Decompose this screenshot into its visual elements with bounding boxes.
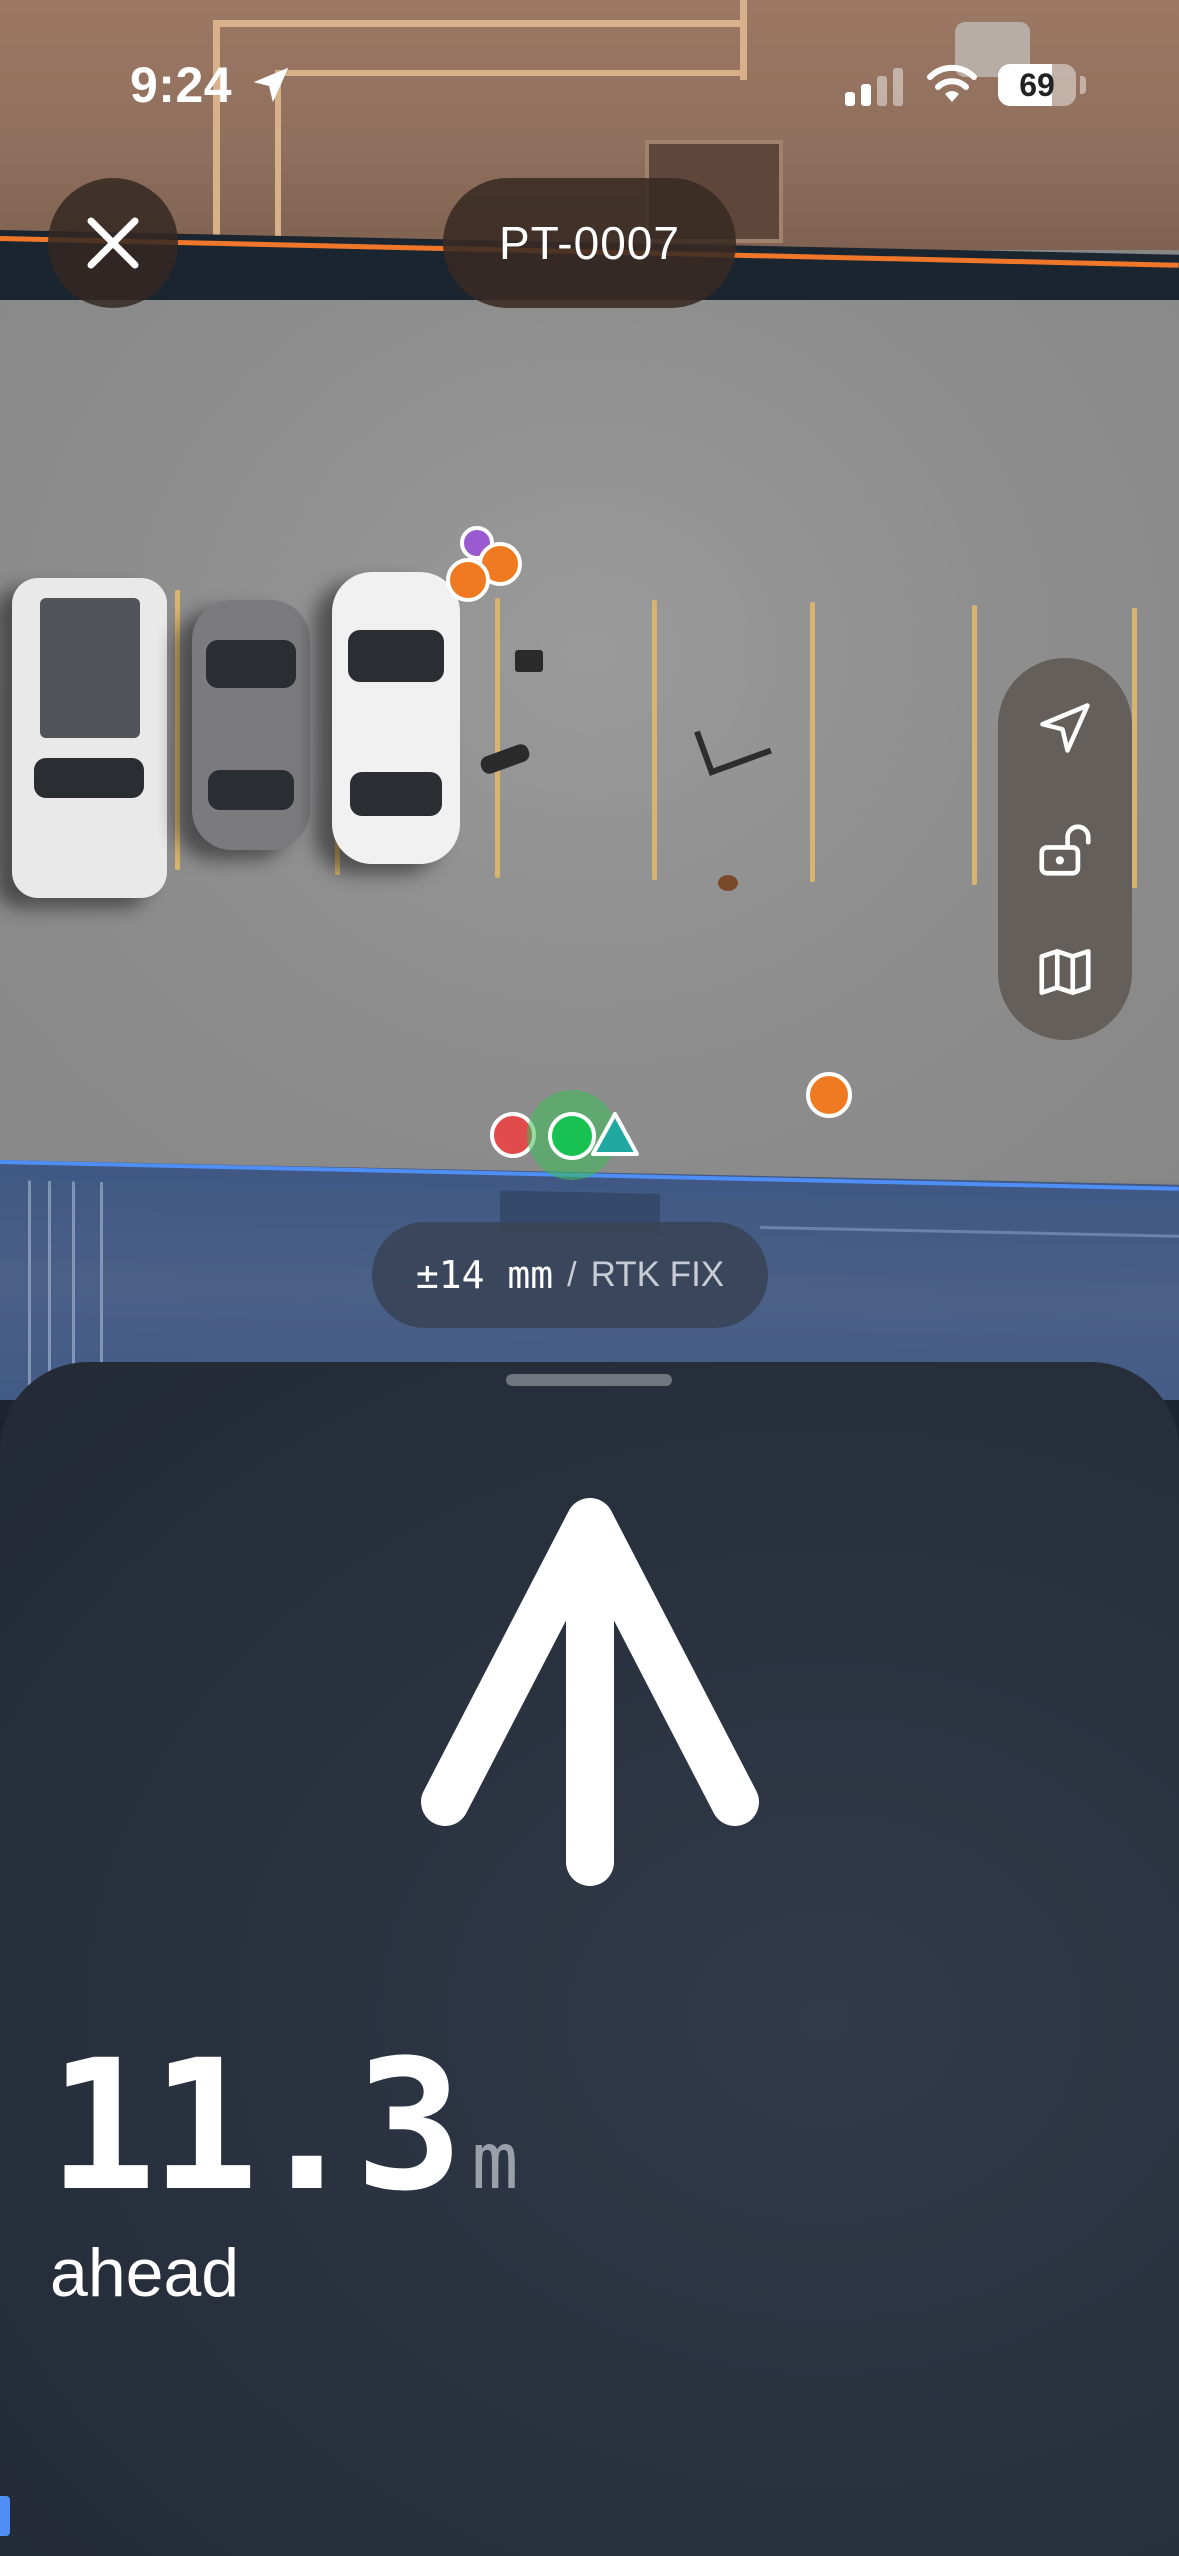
current-position-marker xyxy=(548,1112,596,1160)
wifi-icon xyxy=(927,64,977,102)
map-icon xyxy=(1039,949,1091,995)
status-time: 9:24 xyxy=(130,57,233,113)
point-marker-orange[interactable] xyxy=(446,558,490,602)
distance-unit: m xyxy=(471,2117,519,2207)
accuracy-value: ±14 mm xyxy=(415,1253,554,1297)
arrow-up-icon xyxy=(421,1498,759,1886)
battery-level: 69 xyxy=(1019,67,1055,103)
lock-button[interactable] xyxy=(998,790,1132,910)
recenter-button[interactable] xyxy=(998,668,1132,788)
battery-icon: 69 xyxy=(998,64,1076,106)
accuracy-indicator: ±14 mm / RTK FIX xyxy=(372,1222,768,1328)
point-marker-orange[interactable] xyxy=(806,1072,852,1118)
stakeout-screen: 9:24 69 PT-0007 ±14 mm / RTK FIX 11.3 m … xyxy=(0,0,1179,2556)
close-button[interactable] xyxy=(48,178,178,308)
guidance-sheet: 11.3 m ahead xyxy=(0,1362,1179,2556)
sheet-grabber[interactable] xyxy=(506,1374,672,1386)
direction-text: ahead xyxy=(50,2235,240,2311)
distance-value: 11.3 xyxy=(48,2022,463,2231)
navigation-arrow-icon xyxy=(1040,703,1090,753)
status-bar: 9:24 69 xyxy=(0,0,1179,160)
gnss-fix-mode: RTK FIX xyxy=(590,1255,725,1294)
close-icon xyxy=(87,217,139,269)
point-id-title[interactable]: PT-0007 xyxy=(443,178,736,308)
accuracy-separator: / xyxy=(567,1255,577,1294)
cellular-signal-icon xyxy=(845,68,905,106)
distance-readout: 11.3 m xyxy=(48,2022,518,2231)
unlock-icon xyxy=(1039,824,1091,876)
map-controls-panel xyxy=(998,658,1132,1040)
map-layers-button[interactable] xyxy=(998,912,1132,1032)
location-services-icon xyxy=(253,67,289,103)
target-marker[interactable] xyxy=(590,1110,640,1158)
